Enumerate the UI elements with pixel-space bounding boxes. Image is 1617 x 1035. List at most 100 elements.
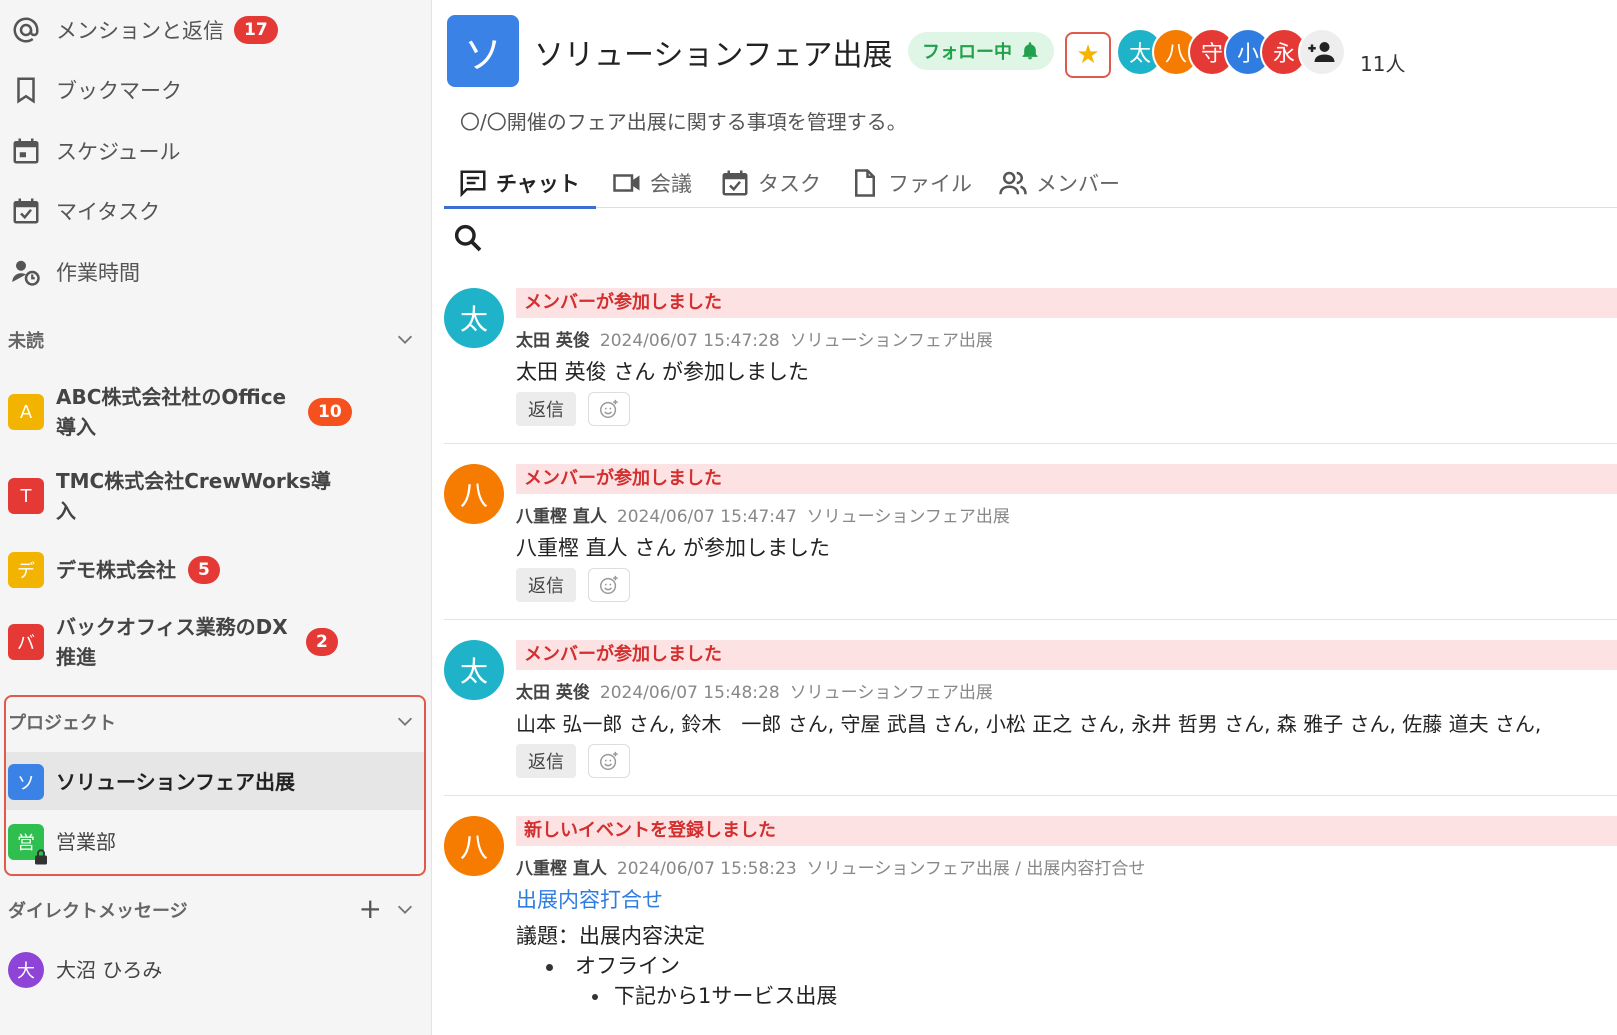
- channel-name: デモ株式会社: [56, 558, 176, 582]
- nav-schedule[interactable]: スケジュール: [0, 126, 430, 176]
- emoji-add-icon: [600, 399, 618, 418]
- channel-name-cont: 推進: [56, 645, 96, 669]
- channel-name-cont: 入: [56, 499, 76, 523]
- add-dm-icon[interactable]: +: [359, 895, 382, 923]
- unread-badge: 5: [188, 556, 220, 584]
- tab-tasks[interactable]: タスク: [720, 158, 821, 208]
- tab-meeting[interactable]: 会議: [612, 158, 692, 208]
- project-description: 〇/〇開催のフェア出展に関する事項を管理する。: [460, 110, 907, 134]
- members-icon: [999, 171, 1027, 195]
- project-item-sales[interactable]: 営 営業部: [0, 822, 430, 865]
- project-name: ソリューションフェア出展: [56, 770, 295, 794]
- nav-my-tasks[interactable]: マイタスク: [0, 186, 430, 236]
- mentions-badge: 17: [234, 16, 278, 44]
- search-icon[interactable]: [452, 222, 484, 254]
- project-item-solution-fair[interactable]: ソ ソリューションフェア出展: [0, 762, 430, 802]
- follow-label: フォロー中: [922, 42, 1012, 63]
- tab-files-label: ファイル: [888, 172, 972, 196]
- calendar-icon: [8, 133, 44, 169]
- member-count: 11人: [1360, 52, 1406, 76]
- channel-avatar: A: [8, 394, 44, 430]
- tab-members[interactable]: メンバー: [998, 158, 1120, 208]
- at-icon: [8, 12, 44, 48]
- dm-item[interactable]: 大 大沼 ひろみ: [0, 950, 430, 990]
- channel-item[interactable]: T TMC株式会社CrewWorks導 入: [0, 466, 430, 526]
- event-link[interactable]: 出展内容打合せ: [516, 884, 663, 914]
- channel-item[interactable]: A ABC株式会社杜のOffice 導入 10: [0, 382, 430, 442]
- channel-name: ABC株式会社杜のOffice: [56, 385, 287, 409]
- message-meta: 太田 英俊 2024/06/07 15:47:28 ソリューションフェア出展: [516, 326, 993, 351]
- message-item: 太 メンバーが参加しました 太田 英俊 2024/06/07 15:47:28 ソリ…: [444, 288, 1617, 428]
- project-avatar-large: ソ: [447, 15, 519, 87]
- unread-badge: 2: [306, 628, 338, 656]
- reply-button[interactable]: 返信: [516, 568, 576, 602]
- video-icon: [613, 174, 640, 192]
- channel-name-cont: 導入: [56, 415, 96, 439]
- chevron-down-icon[interactable]: [394, 898, 416, 920]
- message-time: 2024/06/07 15:47:28: [599, 331, 780, 351]
- dm-section-header[interactable]: ダイレクトメッセージ +: [0, 890, 430, 930]
- event-bullet-text: オフライン: [575, 954, 680, 978]
- tab-chat[interactable]: チャット: [444, 158, 596, 209]
- nav-bookmarks[interactable]: ブックマーク: [0, 65, 430, 115]
- projects-section-label: プロジェクト: [8, 713, 116, 734]
- event-sub-bullet: 下記から1サービス出展: [592, 980, 837, 1010]
- message-author[interactable]: 八重樫 直人: [516, 507, 607, 527]
- add-reaction-button[interactable]: [588, 568, 630, 602]
- message-text: 八重樫 直人 さん が参加しました: [516, 536, 831, 560]
- project-avatar: ソ: [8, 764, 44, 800]
- message-time: 2024/06/07 15:58:23: [616, 859, 797, 879]
- bookmark-icon: [8, 72, 44, 108]
- projects-section-header[interactable]: プロジェクト: [0, 702, 430, 742]
- message-author[interactable]: 太田 英俊: [516, 331, 590, 351]
- follow-button[interactable]: フォロー中: [908, 32, 1054, 70]
- chevron-down-icon[interactable]: [394, 710, 416, 732]
- app-window: メンションと返信 17 ブックマーク スケジュール マイタスク 作業時間 未読 …: [0, 0, 1617, 1035]
- message-divider: [444, 795, 1617, 796]
- message-channel: ソリューションフェア出展: [789, 331, 993, 351]
- main-panel: ソ ソリューションフェア出展 フォロー中 ★ 太 八 守 小 永 11人 〇/〇…: [432, 0, 1617, 1035]
- reply-button[interactable]: 返信: [516, 392, 576, 426]
- message-avatar[interactable]: 八: [444, 464, 504, 524]
- message-author[interactable]: 太田 英俊: [516, 683, 590, 703]
- message-avatar[interactable]: 太: [444, 640, 504, 700]
- favorite-button[interactable]: ★: [1065, 32, 1111, 78]
- message-avatar[interactable]: 八: [444, 816, 504, 876]
- channel-name: TMC株式会社CrewWorks導: [56, 469, 331, 493]
- reply-button[interactable]: 返信: [516, 744, 576, 778]
- channel-item[interactable]: バ バックオフィス業務のDX 推進 2: [0, 612, 430, 672]
- channel-avatar: T: [8, 478, 44, 514]
- add-reaction-button[interactable]: [588, 744, 630, 778]
- add-reaction-button[interactable]: [588, 392, 630, 426]
- message-author[interactable]: 八重樫 直人: [516, 859, 607, 879]
- message-item: 太 メンバーが参加しました 太田 英俊 2024/06/07 15:48:28 ソリ…: [444, 640, 1617, 780]
- dm-name: 大沼 ひろみ: [56, 958, 163, 982]
- message-time: 2024/06/07 15:47:47: [616, 507, 797, 527]
- message-divider: [444, 443, 1617, 444]
- nav-work-time[interactable]: 作業時間: [0, 247, 430, 297]
- tab-bar: チャット 会議 タスク ファイル メンバー: [444, 150, 1617, 209]
- tab-chat-label: チャット: [496, 172, 580, 196]
- unread-section-header[interactable]: 未読: [0, 320, 430, 360]
- tab-files[interactable]: ファイル: [850, 158, 972, 208]
- system-banner: メンバーが参加しました: [516, 464, 1617, 494]
- nav-mentions[interactable]: メンションと返信 17: [0, 5, 430, 55]
- add-member-button[interactable]: [1298, 28, 1346, 76]
- message-avatar[interactable]: 太: [444, 288, 504, 348]
- chevron-down-icon[interactable]: [394, 328, 416, 350]
- page-title: ソリューションフェア出展: [534, 38, 893, 73]
- message-item: 八 新しいイベントを登録しました 八重樫 直人 2024/06/07 15:58:…: [444, 816, 1617, 1035]
- dm-section-label: ダイレクトメッセージ: [8, 901, 188, 922]
- message-meta: 八重樫 直人 2024/06/07 15:58:23 ソリューションフェア出展 / …: [516, 854, 1145, 879]
- message-divider: [444, 619, 1617, 620]
- message-text: 太田 英俊 さん が参加しました: [516, 360, 810, 384]
- emoji-add-icon: [600, 575, 618, 594]
- project-avatar: 営: [8, 824, 47, 865]
- channel-item[interactable]: デ デモ株式会社 5: [0, 550, 430, 590]
- nav-schedule-label: スケジュール: [56, 140, 181, 164]
- nav-my-tasks-label: マイタスク: [56, 200, 161, 224]
- tab-tasks-label: タスク: [758, 172, 821, 196]
- message-meta: 八重樫 直人 2024/06/07 15:47:47 ソリューションフェア出展: [516, 502, 1010, 527]
- message-channel: ソリューションフェア出展: [789, 683, 993, 703]
- work-time-icon: [8, 254, 44, 290]
